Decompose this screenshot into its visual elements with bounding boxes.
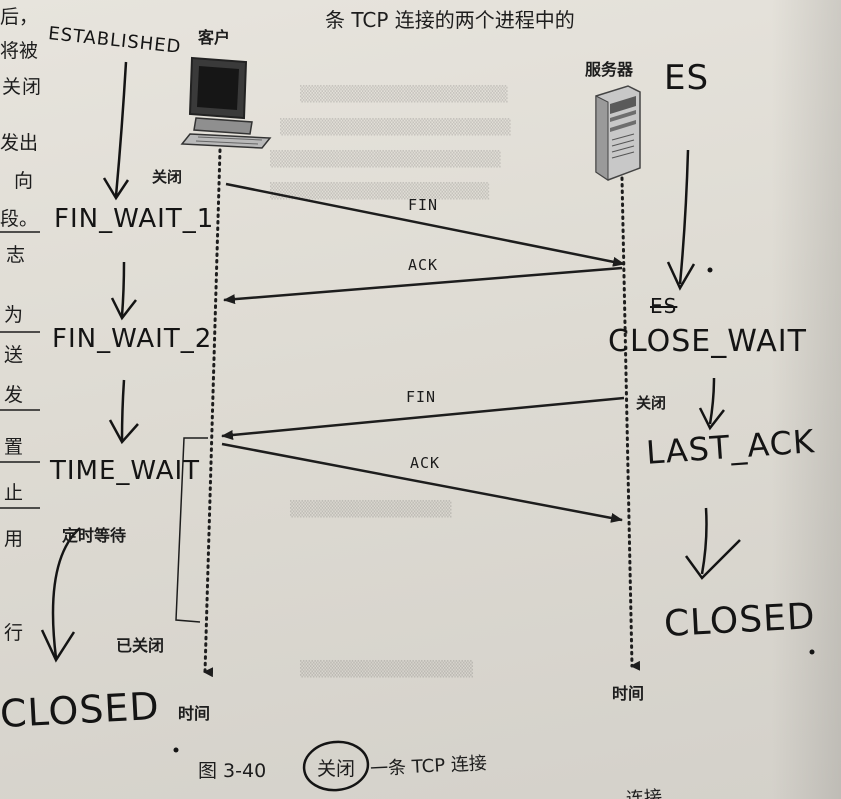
figure-number: 图 3-40 [198,760,267,782]
client-computer-icon [180,56,272,149]
hand-arrow-head [684,539,741,580]
server-close-label: 关闭 [636,394,667,412]
client-closed-label: 已关闭 [116,636,165,655]
pen-dot [173,747,179,753]
hw-state-closed-server: CLOSED [663,596,817,645]
textbook-photo: ▒▒▒▒▒▒▒▒▒▒▒▒▒▒▒▒▒▒ ▒▒▒▒▒▒▒▒▒▒▒▒▒▒▒▒▒▒▒▒ … [0,0,841,799]
server-timeline [620,176,641,671]
hand-arrow [700,507,708,575]
hand-arrow [51,527,81,659]
hand-arrow [708,377,716,425]
bottom-partial-text: 连接 [625,786,663,799]
server-icon [595,85,641,181]
hw-struck-text: ES [650,294,678,318]
hw-state-time-wait: TIME_WAIT [50,456,201,486]
client-close-label: 关闭 [152,168,183,186]
hw-state-closed-client: CLOSED [0,683,161,737]
server-label: 服务器 [585,60,634,79]
server-time-label: 时间 [612,684,645,703]
client-time-label: 时间 [178,704,211,723]
hand-arrow [114,61,128,197]
hw-state-fin-wait-1: FIN_WAIT_1 [54,204,215,234]
client-label: 客户 [198,28,231,47]
timed-wait-label: 定时等待 [62,526,127,545]
hand-arrow [120,379,126,441]
hw-state-fin-wait-2: FIN_WAIT_2 [52,324,213,354]
message-label: FIN [408,196,439,214]
caption-circled-word: 关闭 [317,758,356,780]
hand-arrow [678,149,690,285]
message-label: FIN [406,388,437,406]
message-label: ACK [408,256,439,274]
pen-dot [809,649,815,655]
hw-state-es: ES [664,58,710,98]
hw-state-close-wait: CLOSE_WAIT [608,324,807,359]
hand-arrow-head [108,419,139,445]
hand-arrow-head [40,629,76,663]
pen-dot [707,267,713,273]
message-label: ACK [410,454,441,472]
hand-arrow [120,261,126,317]
